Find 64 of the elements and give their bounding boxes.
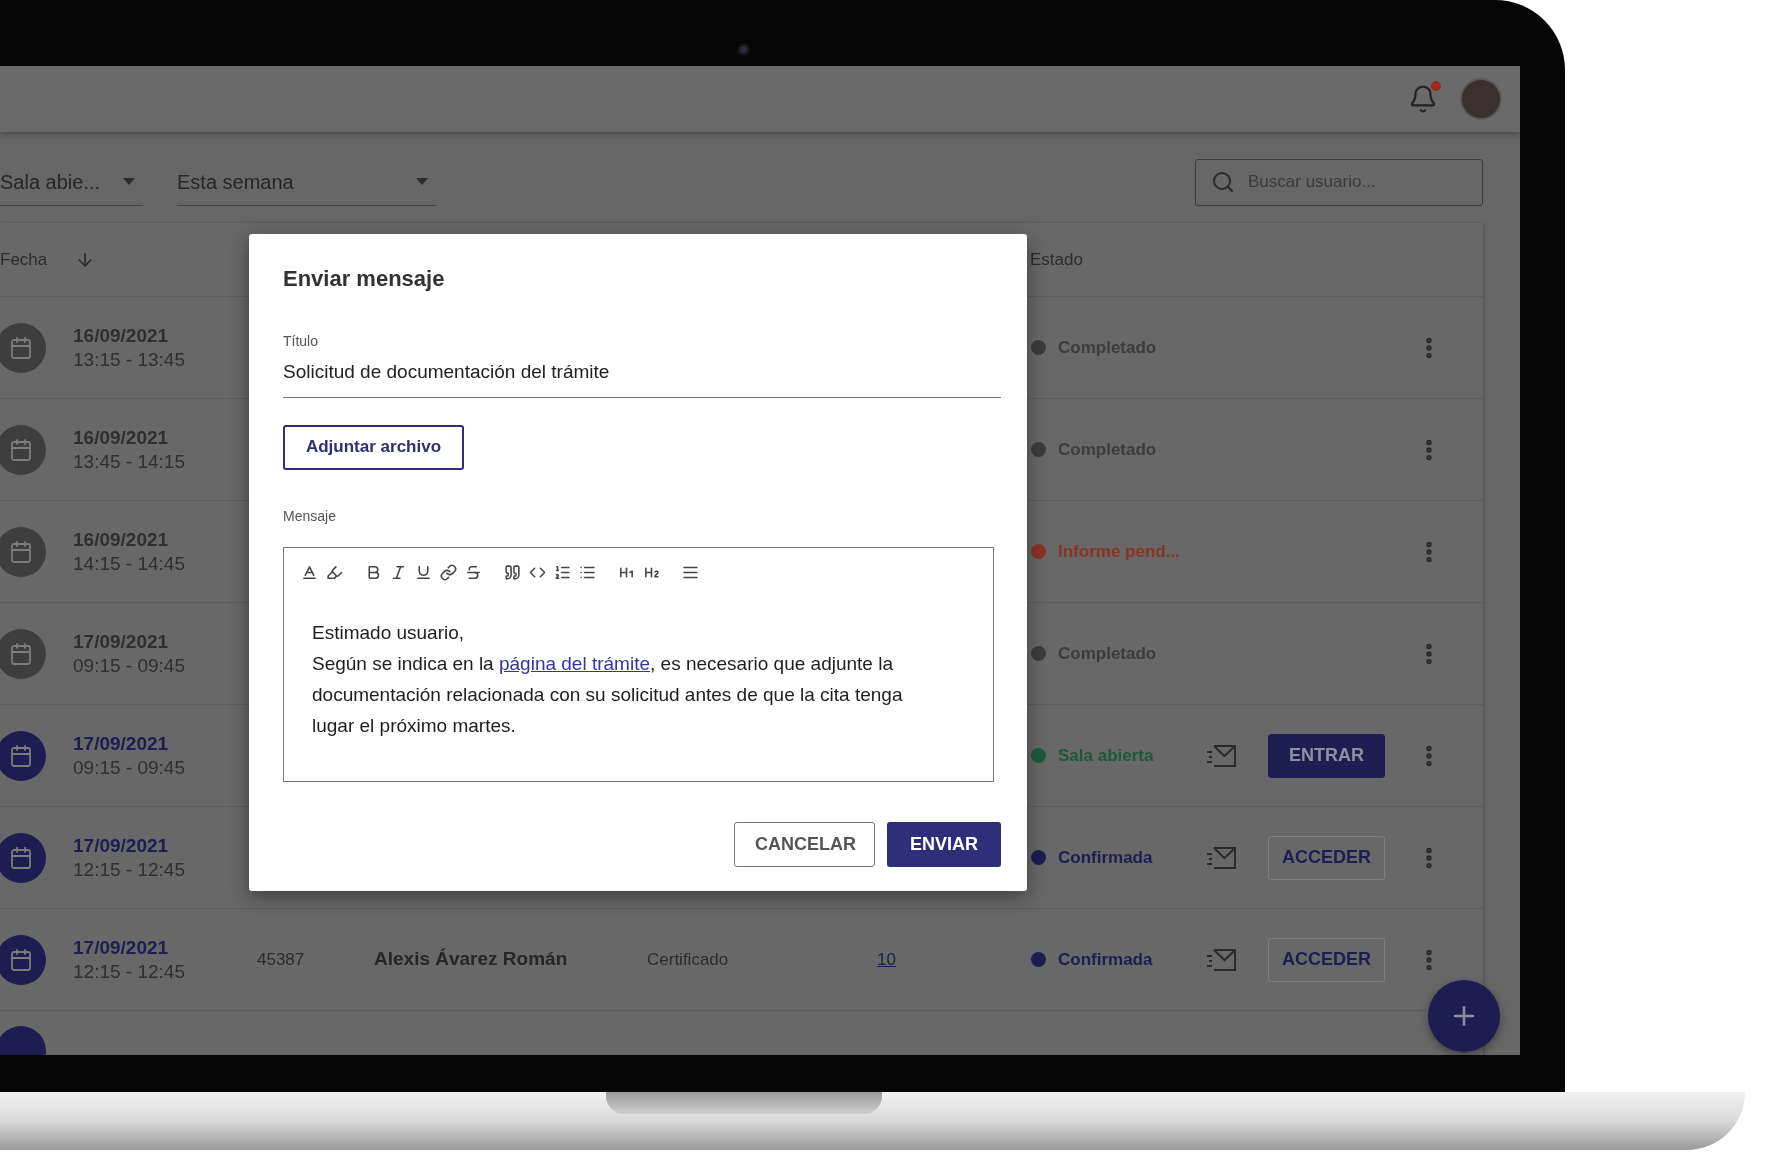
time-text: 09:15 - 09:45 [73,653,185,678]
action-button[interactable]: ACCEDER [1268,937,1385,982]
link-icon[interactable] [440,563,457,581]
status-text: Informe pend... [1058,540,1180,563]
dialog-button[interactable]: CANCELAR [734,821,875,867]
count-link[interactable]: 10 [877,949,896,969]
field-label: Mensaje [283,506,336,526]
table-cell: 45387 [257,949,305,969]
date-text: 17/09/2021 [73,833,169,858]
search-icon [1211,169,1235,194]
message-editor[interactable]: Estimado usuario, Según se indica en la página del trámite, es necesario que adjunte la documentación relacionada con su solicitud antes de que la cita tenga lugar el próximo martes. [283,546,994,782]
dropdown-caret-icon [123,178,135,185]
highlight-icon[interactable] [326,563,343,581]
user-name: Alexis Ávarez Román [374,948,568,970]
text-color-icon[interactable] [301,563,318,581]
date-text: 16/09/2021 [73,323,169,348]
title-field[interactable]: Solicitud de documentación del trámite [283,358,1001,398]
envelope-icon[interactable] [1206,947,1237,972]
column-header[interactable]: Estado [1030,246,1083,273]
calendar-icon [9,335,33,360]
strikethrough-icon[interactable] [465,563,482,581]
time-text: 13:15 - 13:45 [73,347,185,372]
time-text: 09:15 - 09:45 [73,755,185,780]
date-text: 17/09/2021 [73,731,169,756]
underline-icon[interactable] [415,563,432,581]
date-text: 17/09/2021 [73,935,169,960]
dialog-title: Enviar mensaje [283,265,445,293]
status-text: Confirmada [1058,846,1153,869]
dropdown-caret-icon [416,178,428,185]
date-text: 16/09/2021 [73,527,169,552]
quote-icon[interactable] [504,563,521,581]
envelope-icon[interactable] [1206,845,1237,870]
time-text: 12:15 - 12:45 [73,857,185,882]
time-text: 13:45 - 14:15 [73,449,185,474]
time-text: 12:15 - 12:45 [73,959,185,984]
filter-select[interactable]: Esta semana [177,158,436,206]
notification-bell-icon[interactable] [1408,84,1438,114]
action-button[interactable]: ACCEDER [1268,835,1385,880]
date-text: 17/09/2021 [73,629,169,654]
bold-icon[interactable] [365,563,382,581]
procedure-page-link[interactable]: página del trámite [498,652,650,674]
time-text: 14:15 - 14:45 [73,551,185,576]
numbered-list-icon[interactable] [554,563,571,581]
calendar-icon [9,539,33,564]
message-text: Estimado usuario, [312,620,465,645]
calendar-icon [9,437,33,462]
envelope-icon[interactable] [1206,743,1237,768]
date-text: 16/09/2021 [73,425,169,450]
calendar-icon [9,743,33,768]
table-cell: Certificado [647,949,729,969]
action-button[interactable]: ENTRAR [1268,733,1385,778]
message-text: Según se indica en la página del trámite, es necesario que adjunte la documentación relacionada con su solicitud antes de que la cita tenga lugar el próximo martes. [312,651,904,738]
camera-lens [737,43,750,56]
column-header[interactable]: Fecha [0,246,48,273]
calendar-icon [9,641,33,666]
attach-file-button[interactable]: Adjuntar archivo [283,424,464,470]
calendar-icon [9,845,33,870]
dialog-button[interactable]: ENVIAR [887,821,1001,867]
filter-select[interactable]: Sala abie... [0,158,143,206]
field-label: Título [283,332,318,351]
status-text: Confirmada [1058,948,1153,971]
calendar-icon [9,947,33,972]
italic-icon[interactable] [390,563,407,581]
status-text: Sala abierta [1058,744,1154,767]
